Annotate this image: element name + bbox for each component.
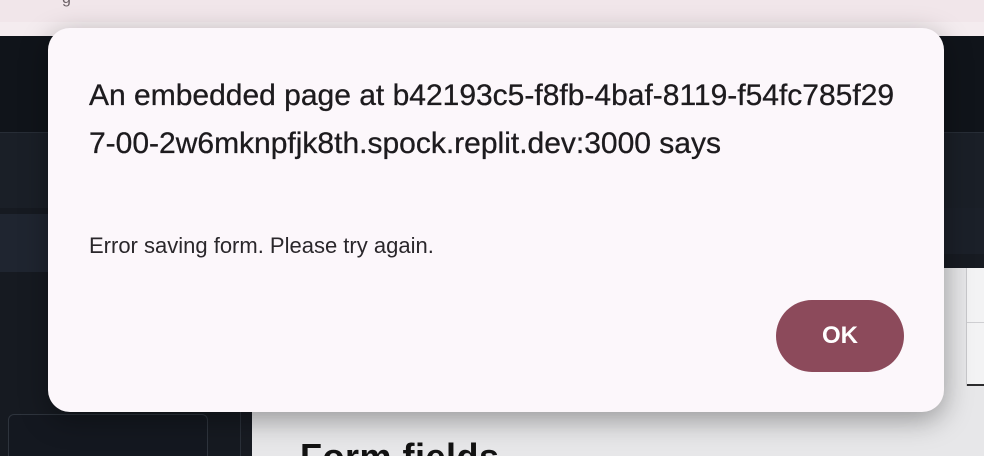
ok-button[interactable]: OK [776,300,904,372]
section-heading: Form fields [300,436,500,456]
browser-tab-text: g [62,0,71,8]
dialog-message: Error saving form. Please try again. [89,233,434,258]
browser-tab-strip: g [0,0,984,22]
dialog-title: An embedded page at b42193c5-f8fb-4baf-8… [89,79,895,160]
alert-dialog: An embedded page at b42193c5-f8fb-4baf-8… [48,28,944,412]
field-card [966,268,984,386]
field-card-underline [967,384,984,386]
sidebar-panel [8,414,208,456]
field-card-divider [967,322,984,323]
